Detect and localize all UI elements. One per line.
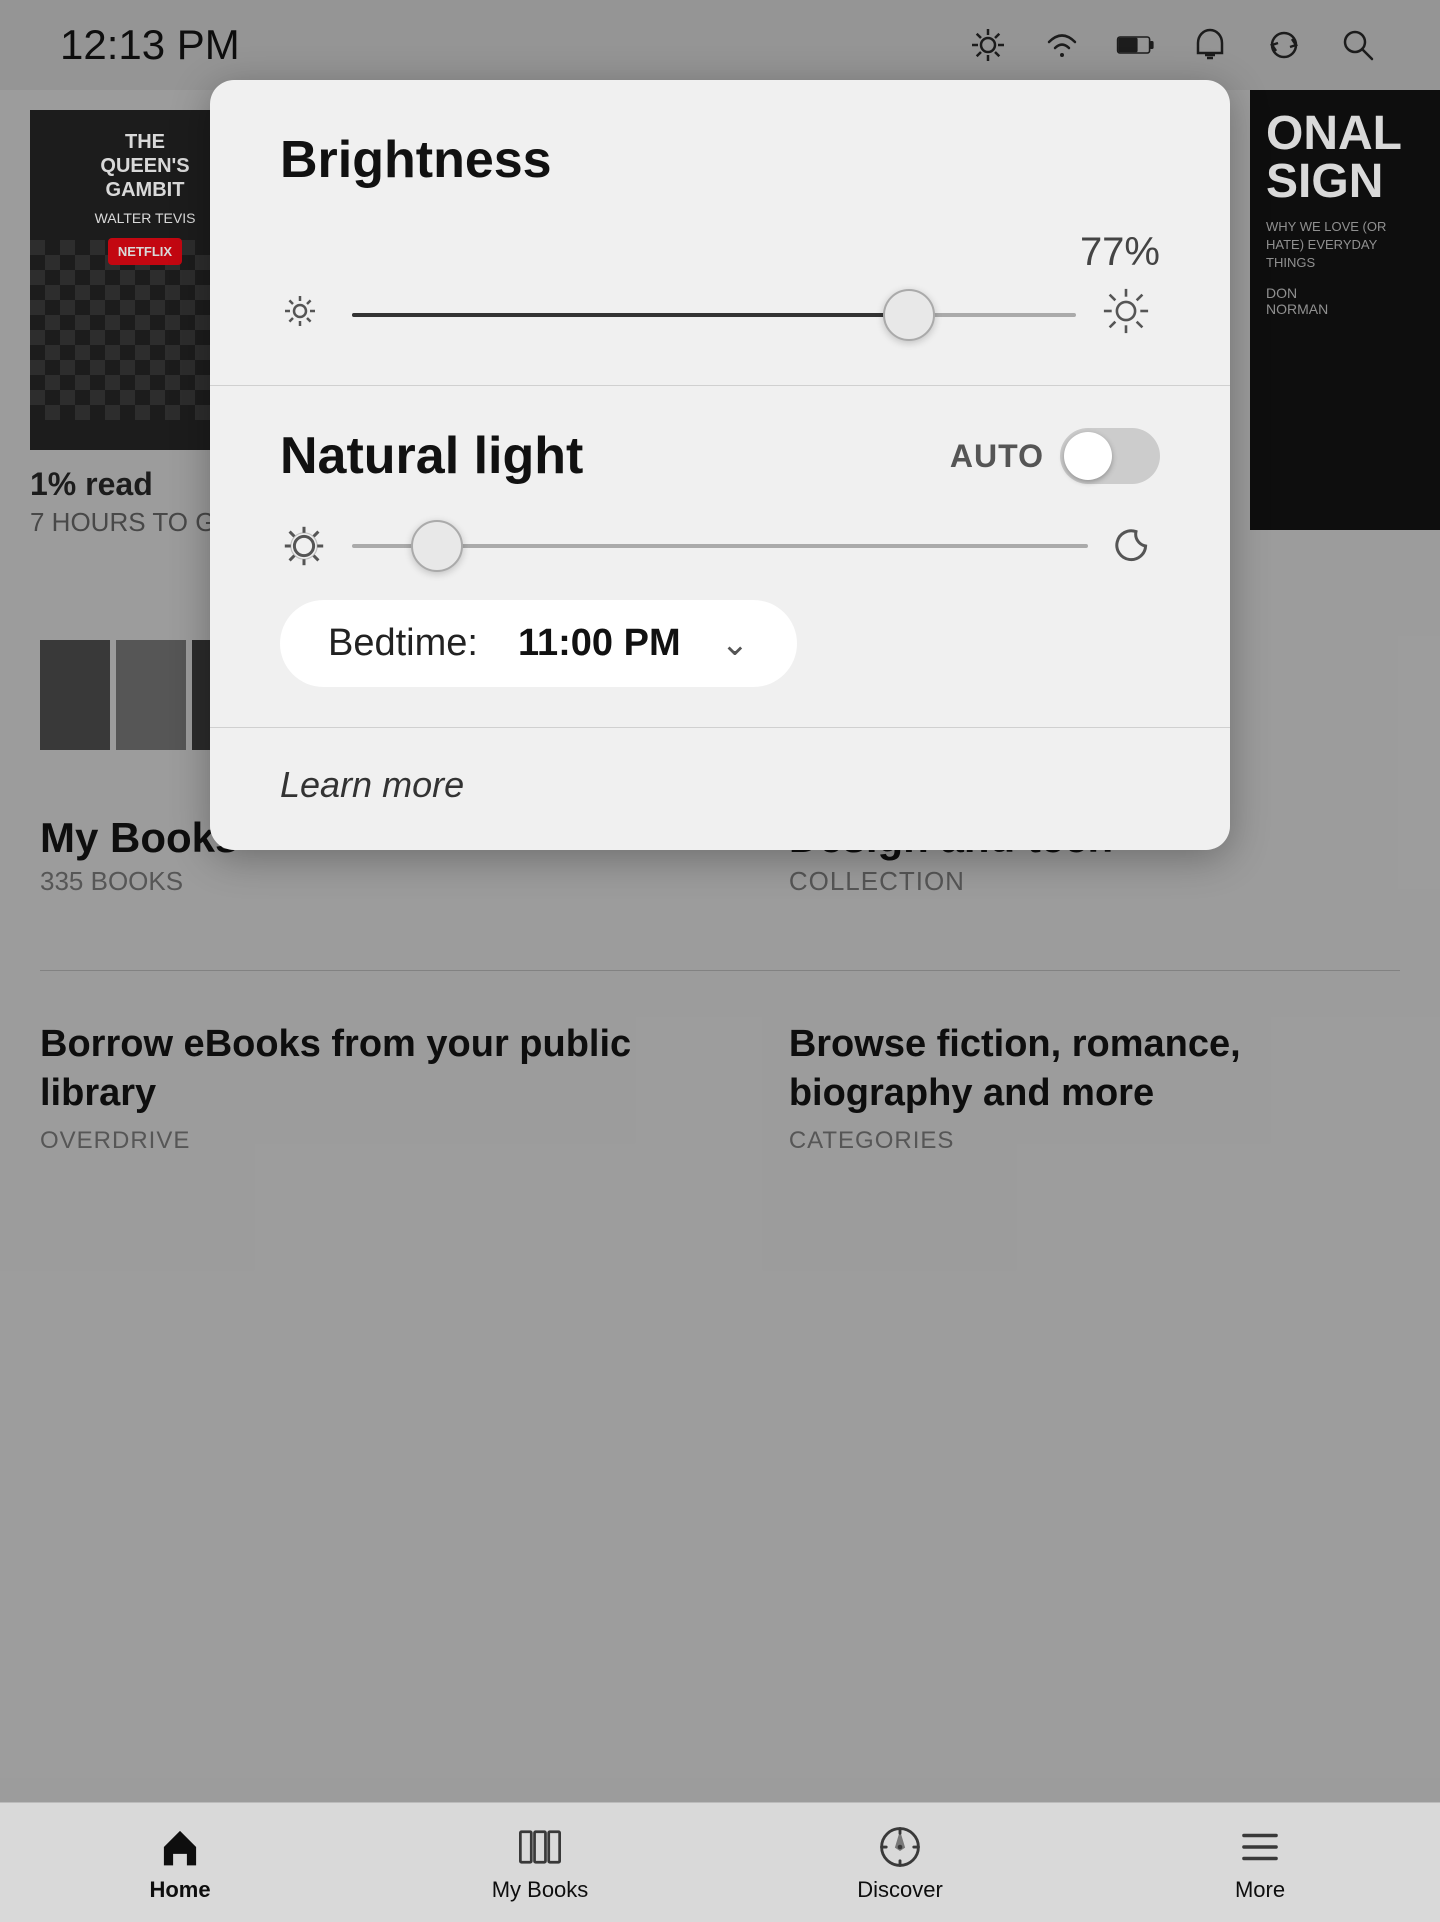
bedtime-time: 11:00 PM	[518, 622, 681, 665]
warmth-track[interactable]	[352, 544, 1088, 548]
bedtime-container: Bedtime: 11:00 PM ⌄	[280, 600, 1160, 687]
toggle-switch[interactable]	[1060, 428, 1160, 484]
brightness-track[interactable]	[352, 313, 1076, 317]
sun-icon-large	[1100, 285, 1160, 345]
popup-arrow-up	[698, 80, 742, 87]
brightness-title: Brightness	[280, 130, 1160, 190]
brightness-slider-row	[280, 285, 1160, 345]
warmth-sun-icon	[280, 522, 328, 570]
learn-more-link[interactable]: Learn more	[280, 764, 464, 805]
brightness-popup: Brightness 77%	[210, 80, 1230, 850]
brightness-thumb[interactable]	[883, 289, 935, 341]
auto-toggle[interactable]: AUTO	[950, 428, 1160, 484]
bedtime-chevron-icon: ⌄	[721, 624, 750, 664]
natural-light-header: Natural light AUTO	[280, 426, 1160, 486]
sun-icon-small	[280, 291, 328, 339]
brightness-value: 77%	[280, 230, 1160, 275]
toggle-knob	[1064, 432, 1112, 480]
bedtime-label: Bedtime:	[328, 622, 478, 665]
auto-label: AUTO	[950, 438, 1044, 475]
bedtime-pill[interactable]: Bedtime: 11:00 PM ⌄	[280, 600, 797, 687]
natural-light-title: Natural light	[280, 426, 583, 486]
moon-icon	[1112, 522, 1160, 570]
warmth-thumb[interactable]	[411, 520, 463, 572]
natural-light-section: Natural light AUTO	[210, 386, 1230, 728]
warmth-slider-row	[280, 522, 1160, 570]
brightness-section: Brightness 77%	[210, 80, 1230, 386]
learn-more-section: Learn more	[210, 728, 1230, 850]
brightness-fill	[352, 313, 909, 317]
